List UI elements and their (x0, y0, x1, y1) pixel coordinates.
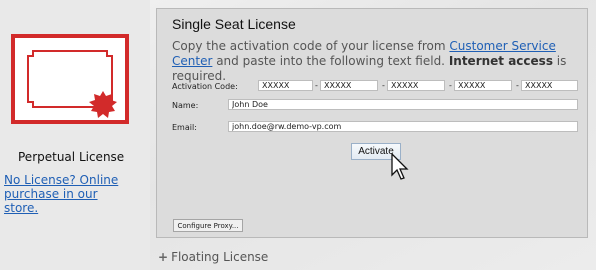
name-field[interactable] (228, 99, 578, 110)
code-separator: - (449, 81, 452, 90)
code-separator: - (315, 81, 318, 90)
activation-code-field-3[interactable] (387, 80, 445, 91)
perpetual-license-label: Perpetual License (18, 150, 125, 164)
activation-code-field-1[interactable] (258, 80, 313, 91)
activation-code-label: Activation Code: (172, 82, 238, 91)
code-separator: - (516, 81, 519, 90)
panel-title: Single Seat License (172, 16, 296, 32)
activation-code-field-2[interactable] (320, 80, 378, 91)
plus-icon: + (158, 250, 169, 264)
activation-code-field-5[interactable] (521, 80, 578, 91)
name-row: Name: (172, 99, 582, 111)
panel-description: Copy the activation code of your license… (172, 39, 572, 84)
online-store-link[interactable]: No License? Online purchase in our store… (4, 173, 134, 215)
desc-bold: Internet access (448, 54, 553, 68)
desc-prefix: Copy the activation code of your license… (172, 39, 450, 53)
certificate-icon[interactable] (11, 34, 129, 124)
email-field[interactable] (228, 121, 578, 132)
perpetual-license-column: Perpetual License No License? Online pur… (0, 0, 148, 270)
mouse-pointer-icon (391, 153, 409, 180)
desc-mid: and paste into the following text field. (212, 54, 449, 68)
floating-license-label: Floating License (171, 250, 269, 264)
name-label: Name: (172, 101, 199, 110)
activation-code-field-4[interactable] (454, 80, 512, 91)
single-seat-license-panel: Single Seat License Copy the activation … (156, 8, 588, 238)
email-label: Email: (172, 123, 197, 132)
email-row: Email: (172, 121, 582, 133)
configure-proxy-button[interactable]: Configure Proxy... (173, 219, 243, 232)
floating-license-expander[interactable]: + Floating License (158, 250, 268, 264)
code-separator: - (382, 81, 385, 90)
activation-code-row: Activation Code: - - - - (172, 80, 582, 92)
